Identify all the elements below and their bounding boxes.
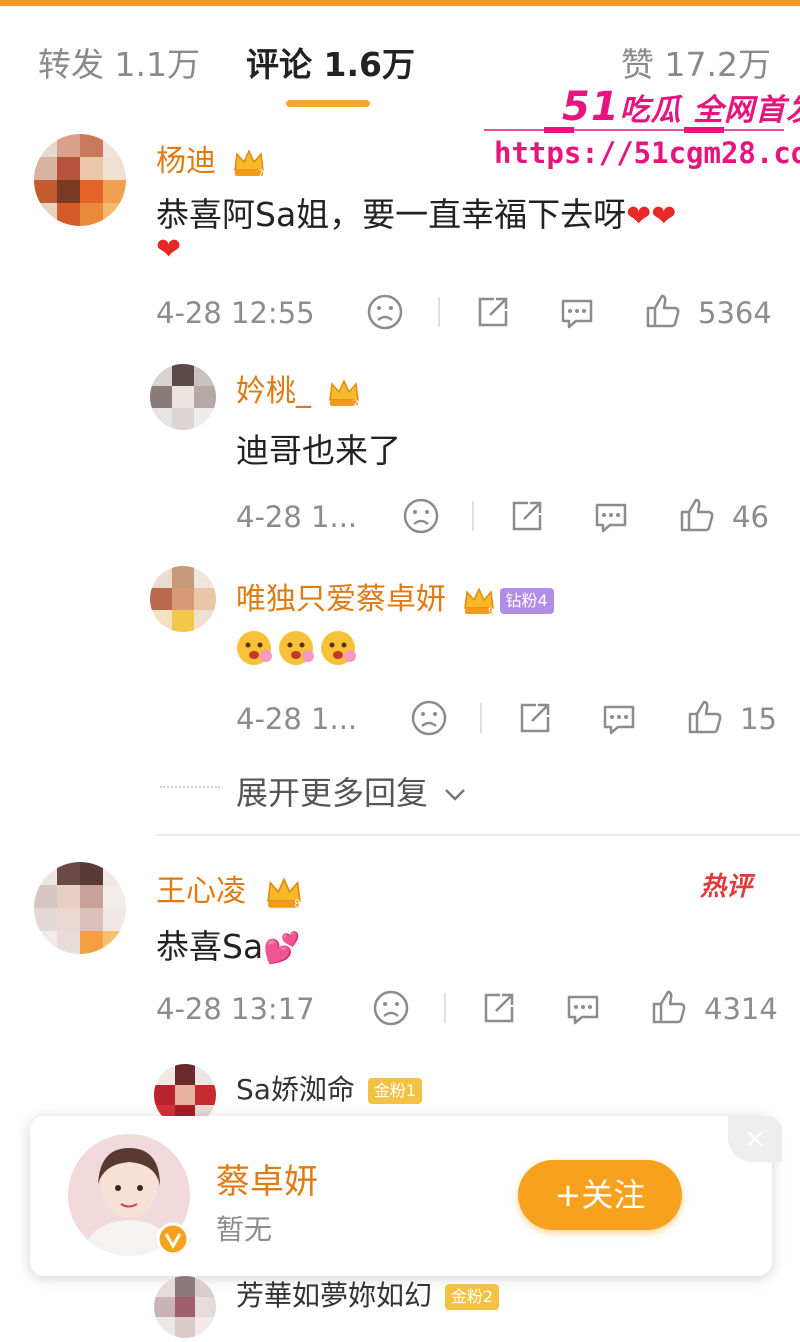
- username-text[interactable]: 唯独只爱蔡卓妍: [236, 582, 446, 617]
- comment-text-content: 恭喜Sa: [156, 927, 264, 966]
- like-count: 46: [732, 500, 769, 534]
- like-count: 15: [740, 702, 777, 736]
- crown-icon: 8: [266, 876, 301, 910]
- fan-badge: 钻粉4: [499, 587, 554, 614]
- crown-icon: 2: [328, 378, 359, 408]
- reply-username[interactable]: 芳華如夢妳如幻 金粉2: [236, 1274, 500, 1314]
- tab-reposts[interactable]: 转发 1.1万: [38, 38, 200, 86]
- divider: [480, 703, 482, 733]
- like-count: 5364: [698, 296, 772, 330]
- dotted-line: [160, 786, 220, 790]
- expand-more-label[interactable]: 展开更多回复: [236, 774, 428, 812]
- crown-icon: 7: [233, 148, 264, 178]
- flower-face-emoji-icon: [237, 631, 356, 665]
- emoji-row: [234, 626, 364, 672]
- dislike-icon[interactable]: [410, 699, 448, 737]
- username-text[interactable]: 芳華如夢妳如幻: [236, 1279, 432, 1312]
- watermark-text: 吃瓜 全网首发: [619, 93, 800, 128]
- follow-button[interactable]: +关注: [518, 1160, 682, 1230]
- verified-icon: [156, 1222, 190, 1256]
- avatar[interactable]: [150, 364, 216, 430]
- avatar[interactable]: [34, 134, 126, 226]
- crown-level: 8: [294, 899, 300, 909]
- like-icon[interactable]: [678, 496, 716, 534]
- tab-likes[interactable]: 赞 17.2万: [621, 38, 771, 86]
- dislike-icon[interactable]: [366, 293, 404, 331]
- reply-username[interactable]: Sa娇洳命 金粉1: [236, 1068, 423, 1108]
- comment-timestamp: 4-28 13:17: [156, 992, 315, 1026]
- share-icon[interactable]: [516, 699, 554, 737]
- avatar[interactable]: [34, 862, 126, 954]
- dislike-icon[interactable]: [372, 989, 410, 1027]
- fan-badge: 金粉2: [444, 1284, 500, 1310]
- fan-badge: 金粉1: [367, 1078, 423, 1104]
- expand-more-replies[interactable]: 展开更多回复: [236, 768, 466, 814]
- divider: [472, 501, 474, 531]
- watermark-brand: 51吃瓜 全网首发: [562, 84, 800, 130]
- comment-icon[interactable]: [564, 989, 602, 1027]
- reply-username[interactable]: 唯独只爱蔡卓妍 9 钻粉4: [236, 574, 554, 618]
- watermark-number: 51: [562, 84, 620, 130]
- avatar[interactable]: [150, 566, 216, 632]
- username-text[interactable]: 杨迪: [156, 144, 216, 179]
- comment-icon[interactable]: [592, 497, 630, 535]
- share-icon[interactable]: [480, 989, 518, 1027]
- comment-divider: [156, 834, 800, 836]
- crown-level: 9: [488, 607, 494, 616]
- crown-level: 2: [353, 399, 359, 408]
- dislike-icon[interactable]: [402, 497, 440, 535]
- divider: [438, 297, 440, 327]
- share-icon[interactable]: [474, 293, 512, 331]
- comment-icon[interactable]: [558, 293, 596, 331]
- username-text[interactable]: 王心凌: [156, 874, 246, 909]
- crown-level: 7: [258, 169, 264, 178]
- comment-text-content: 恭喜阿Sa姐，要一直幸福下去呀: [156, 195, 627, 234]
- active-tab-indicator: [286, 100, 370, 107]
- hot-comment-tag: 热评: [700, 872, 753, 902]
- heart-emoji-icon: ❤❤: [626, 199, 677, 234]
- divider: [444, 993, 446, 1023]
- comment-username[interactable]: 王心凌 8: [156, 866, 306, 910]
- like-icon[interactable]: [650, 988, 688, 1026]
- crown-icon: 9: [463, 586, 494, 616]
- username-text[interactable]: 妗桃_: [236, 374, 311, 409]
- two-hearts-emoji-icon: 💕: [263, 931, 301, 966]
- watermark-decoration: [484, 127, 784, 133]
- reply-timestamp: 4-28 1...: [236, 500, 358, 534]
- card-name[interactable]: 蔡卓妍: [216, 1154, 318, 1203]
- like-count: 4314: [704, 992, 778, 1026]
- like-icon[interactable]: [644, 292, 682, 330]
- comment-timestamp: 4-28 12:55: [156, 296, 315, 330]
- watermark-url: https://51cgm28.com: [494, 136, 800, 170]
- share-icon[interactable]: [508, 497, 546, 535]
- comment-text: 恭喜阿Sa姐，要一直幸福下去呀❤❤: [156, 188, 676, 236]
- comment-username[interactable]: 杨迪 7: [156, 136, 266, 180]
- reply-text: 迪哥也来了: [236, 431, 401, 470]
- reply-timestamp: 4-28 1...: [236, 702, 358, 736]
- card-subtitle: 暂无: [216, 1213, 273, 1246]
- comment-text: 恭喜Sa💕: [156, 920, 301, 968]
- close-icon[interactable]: ×: [728, 1116, 782, 1162]
- chevron-down-icon[interactable]: [444, 787, 466, 803]
- heart-emoji-icon: ❤: [156, 232, 182, 267]
- comment-icon[interactable]: [600, 699, 638, 737]
- reply-username[interactable]: 妗桃_ 2: [236, 366, 361, 410]
- username-text[interactable]: Sa娇洳命: [236, 1073, 355, 1106]
- tab-comments[interactable]: 评论 1.6万: [246, 38, 415, 86]
- top-accent-strip: [0, 0, 800, 6]
- like-icon[interactable]: [686, 698, 724, 736]
- avatar[interactable]: [154, 1276, 216, 1338]
